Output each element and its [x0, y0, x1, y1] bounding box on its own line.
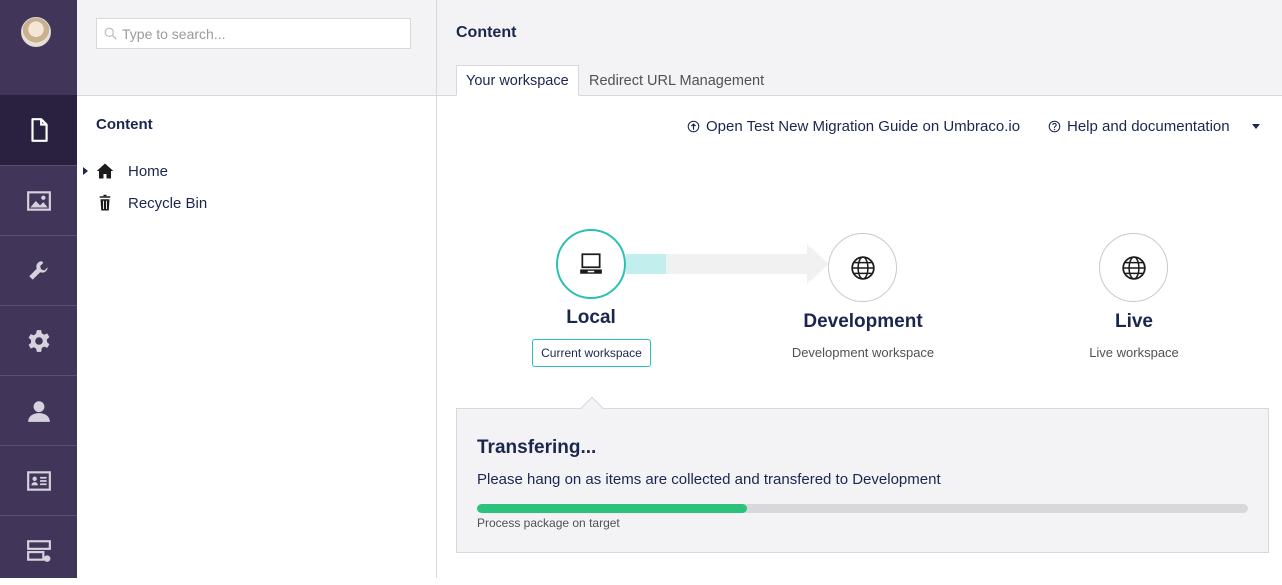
- user-avatar[interactable]: [21, 17, 51, 47]
- help-dropdown-caret-icon[interactable]: [1252, 124, 1260, 129]
- globe-icon: [1121, 255, 1146, 280]
- transfer-progress-bar: [477, 504, 1248, 513]
- search-input[interactable]: [96, 18, 411, 49]
- workspace-live-name: Live: [1114, 311, 1154, 332]
- transfer-progress-fill: [477, 504, 747, 513]
- section-developer[interactable]: [0, 305, 77, 375]
- transfer-title: Transfering...: [477, 437, 597, 458]
- migration-guide-link[interactable]: Open Test New Migration Guide on Umbraco…: [687, 116, 1020, 136]
- section-members[interactable]: [0, 445, 77, 515]
- image-icon: [26, 190, 51, 211]
- tab-your-workspace[interactable]: Your workspace: [456, 65, 579, 96]
- form-icon: [26, 539, 51, 562]
- section-settings[interactable]: [0, 235, 77, 305]
- editor-header: Content Your workspace Redirect URL Mana…: [437, 0, 1282, 96]
- tree-node-label: Recycle Bin: [128, 194, 208, 212]
- user-icon: [27, 400, 50, 422]
- section-media[interactable]: [0, 165, 77, 235]
- home-icon: [96, 163, 114, 179]
- content-tree-panel: Content Home Recycle Bin: [77, 0, 437, 578]
- section-forms[interactable]: [0, 515, 77, 585]
- migration-guide-label: Open Test New Migration Guide on Umbraco…: [706, 117, 1021, 135]
- workspace-development-subtitle: Development workspace: [791, 345, 935, 360]
- tree-node-label: Home: [128, 162, 169, 180]
- page-title: Content: [456, 24, 517, 41]
- workspace-development-name: Development: [803, 311, 923, 332]
- sections-rail: [0, 0, 77, 578]
- document-icon: [30, 118, 48, 142]
- workspace-local-circle: [556, 229, 626, 299]
- search-icon: [104, 27, 117, 40]
- section-content[interactable]: [0, 95, 77, 165]
- transfer-step-label: Process package on target: [477, 516, 620, 530]
- help-circle-icon: [1048, 120, 1061, 132]
- search-bar: [77, 0, 436, 96]
- workspace-live-subtitle: Live workspace: [1089, 345, 1179, 360]
- current-workspace-badge: Current workspace: [532, 339, 651, 367]
- tree-node-recycle-bin[interactable]: Recycle Bin: [77, 189, 436, 217]
- deploy-progress-fill: [626, 254, 666, 274]
- workspace-local-name: Local: [566, 307, 616, 328]
- gear-icon: [28, 329, 49, 352]
- workspace-development-circle[interactable]: [828, 233, 897, 302]
- section-users[interactable]: [0, 375, 77, 445]
- tab-redirect-url-management[interactable]: Redirect URL Management: [580, 65, 773, 96]
- help-documentation-link[interactable]: Help and documentation: [1048, 116, 1230, 136]
- transfer-message: Please hang on as items are collected an…: [477, 471, 941, 488]
- tree-title: Content: [96, 116, 153, 133]
- tree-node-home[interactable]: Home: [77, 157, 436, 185]
- help-documentation-label: Help and documentation: [1067, 117, 1230, 135]
- workspace-live-circle[interactable]: [1099, 233, 1168, 302]
- transfer-status-panel: Transfering... Please hang on as items a…: [456, 408, 1269, 553]
- id-card-icon: [26, 470, 51, 491]
- expand-caret-icon[interactable]: [83, 167, 88, 175]
- cloud-upload-icon: [687, 120, 700, 132]
- trash-icon: [99, 194, 111, 211]
- wrench-icon: [28, 260, 48, 280]
- deploy-arrow: [626, 244, 829, 284]
- editor-area: Content Your workspace Redirect URL Mana…: [437, 0, 1282, 578]
- globe-icon: [850, 255, 875, 280]
- laptop-icon: [580, 253, 602, 274]
